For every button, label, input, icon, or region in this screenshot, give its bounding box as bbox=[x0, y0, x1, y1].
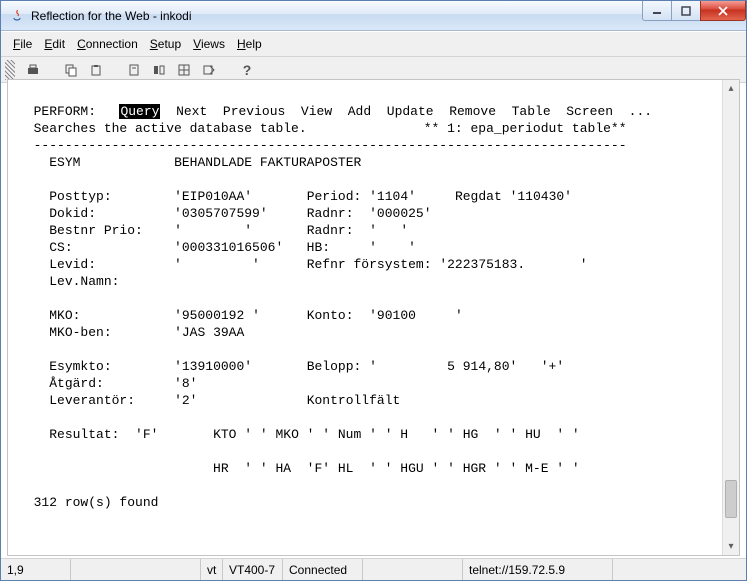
close-button[interactable] bbox=[700, 1, 746, 21]
window-title: Reflection for the Web - inkodi bbox=[31, 9, 192, 23]
scroll-thumb[interactable] bbox=[725, 480, 737, 518]
status-empty-1 bbox=[71, 559, 201, 580]
maximize-button[interactable] bbox=[671, 1, 701, 21]
print-button[interactable] bbox=[22, 59, 44, 81]
menu-bar: File Edit Connection Setup Views Help bbox=[1, 31, 746, 57]
subtitle-right: ** 1: epa_periodut table** bbox=[424, 121, 627, 136]
tool-button-3[interactable] bbox=[198, 59, 220, 81]
copy-button[interactable] bbox=[60, 59, 82, 81]
menu-file[interactable]: File bbox=[9, 35, 36, 53]
window-controls bbox=[643, 1, 746, 21]
menu-connection[interactable]: Connection bbox=[73, 35, 142, 53]
java-icon bbox=[9, 8, 25, 24]
menu-views[interactable]: Views bbox=[189, 35, 229, 53]
divider: ----------------------------------------… bbox=[34, 138, 627, 153]
tool-button-1[interactable] bbox=[123, 59, 145, 81]
perform-screen[interactable]: Screen bbox=[566, 104, 613, 119]
help-button[interactable]: ? bbox=[236, 59, 258, 81]
terminal-panel: PERFORM: Query Next Previous View Add Up… bbox=[7, 79, 740, 556]
perform-more[interactable]: ... bbox=[629, 104, 652, 119]
perform-next[interactable]: Next bbox=[176, 104, 207, 119]
minimize-button[interactable] bbox=[642, 1, 672, 21]
status-emulation: VT400-7 bbox=[223, 559, 283, 580]
menu-edit[interactable]: Edit bbox=[40, 35, 69, 53]
perform-query[interactable]: Query bbox=[119, 104, 160, 119]
status-url: telnet://159.72.5.9 bbox=[463, 559, 613, 580]
scroll-down-arrow[interactable]: ▾ bbox=[723, 538, 739, 555]
paste-button[interactable] bbox=[85, 59, 107, 81]
perform-remove[interactable]: Remove bbox=[449, 104, 496, 119]
perform-add[interactable]: Add bbox=[348, 104, 371, 119]
menu-help[interactable]: Help bbox=[233, 35, 266, 53]
status-connection: Connected bbox=[283, 559, 363, 580]
status-empty-3 bbox=[613, 559, 746, 580]
status-bar: 1,9 vt VT400-7 Connected telnet://159.72… bbox=[1, 558, 746, 580]
menu-setup[interactable]: Setup bbox=[146, 35, 185, 53]
vertical-scrollbar[interactable]: ▴ ▾ bbox=[722, 80, 739, 555]
scroll-up-arrow[interactable]: ▴ bbox=[723, 80, 739, 97]
terminal[interactable]: PERFORM: Query Next Previous View Add Up… bbox=[8, 80, 722, 555]
subtitle-left: Searches the active database table. bbox=[34, 121, 307, 136]
perform-table[interactable]: Table bbox=[512, 104, 551, 119]
toolbar-grip bbox=[5, 60, 15, 80]
rows-found: 312 row(s) found bbox=[34, 495, 159, 510]
perform-previous[interactable]: Previous bbox=[223, 104, 285, 119]
tool-button-2[interactable] bbox=[148, 59, 170, 81]
perform-view[interactable]: View bbox=[301, 104, 332, 119]
status-vt: vt bbox=[201, 559, 223, 580]
grid-button[interactable] bbox=[173, 59, 195, 81]
status-empty-2 bbox=[363, 559, 463, 580]
window-titlebar: Reflection for the Web - inkodi bbox=[1, 1, 746, 31]
status-cursor-pos: 1,9 bbox=[1, 559, 71, 580]
perform-update[interactable]: Update bbox=[387, 104, 434, 119]
